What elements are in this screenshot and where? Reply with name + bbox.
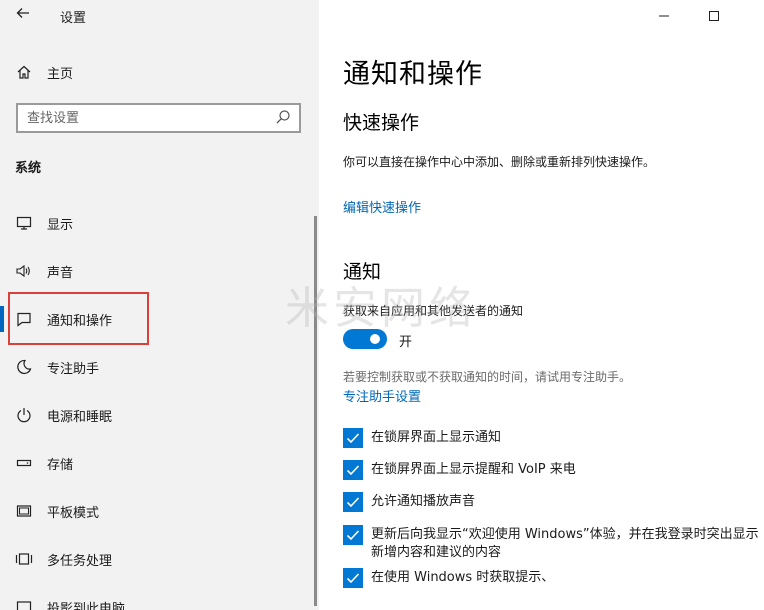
checkbox-label: 在锁屏界面上显示提醒和 VoIP 来电	[371, 462, 576, 477]
sidebar-item-display[interactable]: 显示	[0, 207, 319, 241]
project-icon	[14, 597, 34, 610]
home-icon	[14, 62, 34, 82]
multitask-icon	[14, 549, 34, 569]
toggle-knob	[370, 334, 380, 344]
search-box[interactable]	[16, 103, 301, 133]
sidebar-item-label: 主页	[47, 67, 74, 82]
notifications-toggle-label: 获取来自应用和其他发送者的通知	[343, 304, 524, 318]
checkmark-icon	[346, 530, 360, 541]
main-content: 通知和操作 快速操作 你可以直接在操作中心中添加、删除或重新排列快速操作。 编辑…	[319, 0, 764, 610]
checkbox-label: 在使用 Windows 时获取提示、	[371, 570, 555, 585]
edit-quick-actions-link[interactable]: 编辑快速操作	[343, 197, 421, 216]
checkbox[interactable]	[343, 492, 363, 512]
window-controls	[624, 0, 764, 32]
sidebar-item-label: 多任务处理	[47, 554, 113, 569]
checkmark-icon	[346, 465, 360, 476]
sidebar-item-home[interactable]: 主页	[0, 56, 319, 90]
checkbox-label: 允许通知播放声音	[371, 494, 476, 509]
sidebar-item-multitasking[interactable]: 多任务处理	[0, 543, 319, 577]
focus-assist-settings-link[interactable]: 专注助手设置	[343, 386, 421, 405]
quick-actions-heading: 快速操作	[343, 112, 420, 134]
minimize-icon	[659, 15, 669, 17]
power-icon	[14, 405, 34, 425]
minimize-button[interactable]	[654, 6, 674, 26]
back-arrow-icon	[16, 8, 29, 18]
sidebar-item-label: 声音	[47, 266, 74, 281]
checkmark-icon	[346, 433, 360, 444]
maximize-icon	[709, 11, 719, 21]
sidebar-item-storage[interactable]: 存储	[0, 447, 319, 481]
notifications-heading: 通知	[343, 261, 382, 283]
title-bar: 设置	[0, 0, 319, 32]
sidebar-item-sound[interactable]: 声音	[0, 255, 319, 289]
sidebar-item-focus-assist[interactable]: 专注助手	[0, 351, 319, 385]
back-button[interactable]	[10, 4, 36, 26]
sidebar-item-tablet[interactable]: 平板模式	[0, 495, 319, 529]
checkmark-icon	[346, 573, 360, 584]
quick-actions-description: 你可以直接在操作中心中添加、删除或重新排列快速操作。	[343, 155, 656, 169]
checkbox[interactable]	[343, 428, 363, 448]
speaker-icon	[14, 261, 34, 281]
sidebar-scrollbar[interactable]	[314, 216, 317, 606]
sidebar-item-label: 电源和睡眠	[47, 410, 113, 425]
storage-icon	[14, 453, 34, 473]
focus-hint: 若要控制获取或不获取通知的时间，请试用专注助手。	[343, 370, 632, 384]
sidebar-item-label: 投影到此电脑	[47, 602, 126, 610]
checkbox[interactable]	[343, 460, 363, 480]
sidebar: 设置 主页 系统 显示 声音 通知和操作 专注助手	[0, 0, 319, 610]
tablet-icon	[14, 501, 34, 521]
highlight-annotation	[8, 292, 149, 345]
sidebar-item-label: 专注助手	[47, 362, 100, 377]
sidebar-item-label: 显示	[47, 218, 74, 233]
toggle-state: 开	[399, 335, 413, 350]
moon-icon	[14, 357, 34, 377]
page-title: 通知和操作	[343, 59, 483, 90]
search-input[interactable]	[18, 105, 268, 131]
notifications-toggle[interactable]	[343, 329, 387, 349]
search-icon[interactable]	[275, 109, 293, 127]
sidebar-item-power[interactable]: 电源和睡眠	[0, 399, 319, 433]
checkbox[interactable]	[343, 568, 363, 588]
app-title: 设置	[60, 11, 87, 26]
checkbox-label: 在锁屏界面上显示通知	[371, 430, 502, 445]
active-indicator	[0, 306, 4, 332]
monitor-icon	[14, 213, 34, 233]
checkbox-label: 更新后向我显示“欢迎使用 Windows”体验，并在我登录时突出显示新增内容和建…	[371, 527, 759, 560]
checkbox[interactable]	[343, 525, 363, 545]
checkmark-icon	[346, 497, 360, 508]
section-label: 系统	[15, 161, 42, 176]
sidebar-item-project[interactable]: 投影到此电脑	[0, 591, 319, 610]
maximize-button[interactable]	[704, 6, 724, 26]
sidebar-item-label: 平板模式	[47, 506, 100, 521]
sidebar-item-label: 存储	[47, 458, 74, 473]
